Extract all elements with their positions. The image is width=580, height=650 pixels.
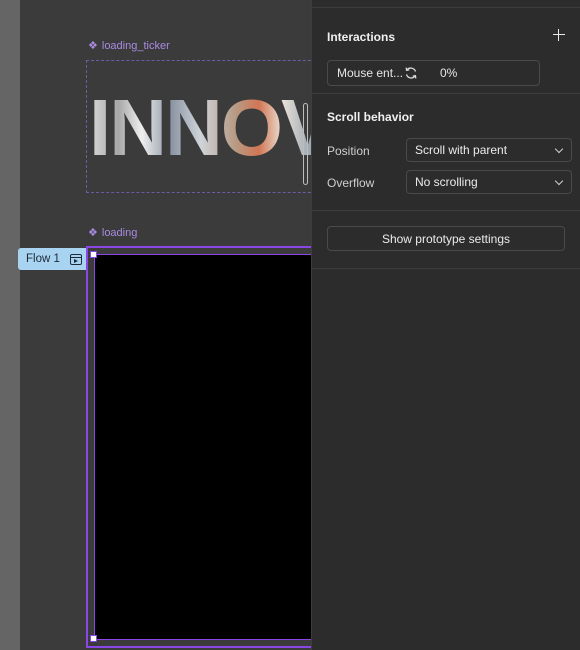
scroll-behavior-title: Scroll behavior: [327, 110, 414, 124]
interactions-title: Interactions: [327, 30, 396, 44]
loading-frame-content[interactable]: [94, 254, 311, 640]
component-icon: ❖: [88, 40, 98, 52]
ticker-scrollbar[interactable]: [303, 103, 308, 185]
ticker-image-text: INNOVA: [89, 89, 311, 167]
loading-frame-name: loading: [101, 226, 138, 239]
design-canvas[interactable]: ❖ loading_ticker INNOVA ❖ loading Flow 1: [0, 0, 311, 650]
play-flow-icon[interactable]: [69, 253, 82, 265]
overflow-value: No scrolling: [415, 175, 478, 189]
position-label: Position: [327, 144, 370, 158]
panel-top-divider: [312, 0, 580, 8]
properties-panel: Interactions Mouse ent... 0% Scroll beha…: [311, 0, 580, 650]
ticker-frame-name: loading_ticker: [101, 39, 170, 52]
position-dropdown[interactable]: Scroll with parent: [406, 138, 572, 162]
interactions-section: Interactions Mouse ent... 0%: [312, 8, 580, 94]
interaction-trigger: Mouse ent...: [337, 66, 404, 80]
overflow-label: Overflow: [327, 176, 375, 190]
add-interaction-plus-icon[interactable]: [552, 28, 566, 42]
resize-handle-top-left[interactable]: [90, 251, 97, 258]
loading-frame-label[interactable]: ❖ loading: [88, 226, 138, 240]
chevron-down-icon: [554, 144, 564, 154]
show-prototype-settings-button[interactable]: Show prototype settings: [327, 226, 565, 251]
loading-frame[interactable]: [86, 246, 311, 648]
canvas-left-strip: [0, 0, 20, 650]
flow-starting-point-badge[interactable]: Flow 1: [18, 248, 86, 270]
overflow-dropdown[interactable]: No scrolling: [406, 170, 572, 194]
flow-label: Flow 1: [26, 253, 60, 265]
component-icon: ❖: [88, 227, 98, 239]
interaction-value: 0%: [440, 66, 458, 80]
ticker-frame-label[interactable]: ❖ loading_ticker: [88, 39, 170, 53]
interaction-row[interactable]: Mouse ent... 0%: [327, 60, 540, 86]
position-value: Scroll with parent: [415, 143, 508, 157]
refresh-cycle-icon: [405, 67, 417, 79]
ticker-frame[interactable]: INNOVA: [86, 60, 311, 193]
chevron-down-icon: [554, 176, 564, 186]
resize-handle-bottom-left[interactable]: [90, 635, 97, 642]
